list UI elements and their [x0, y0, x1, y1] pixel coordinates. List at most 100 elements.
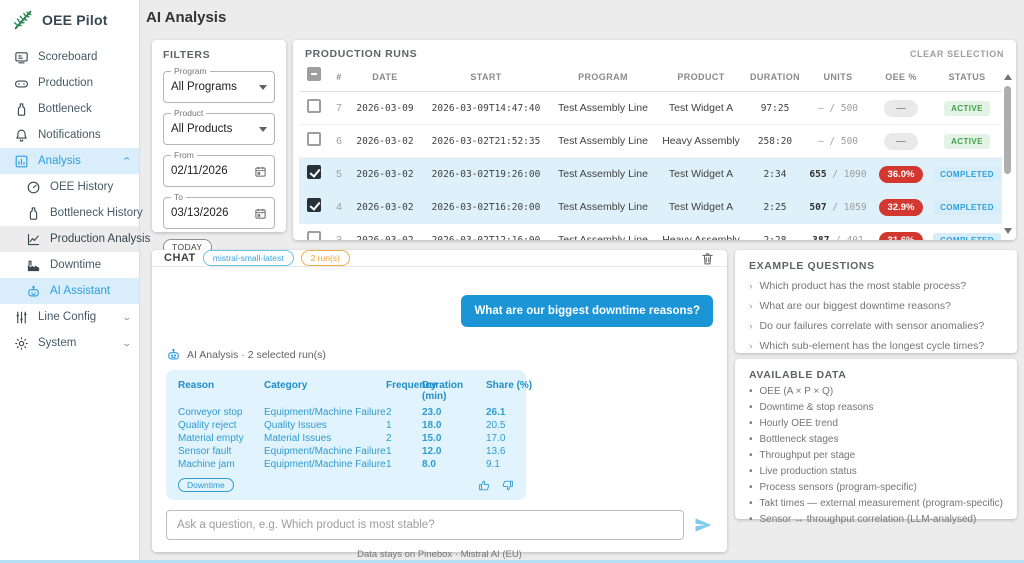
available-data-text: Hourly OEE trend — [760, 418, 838, 429]
sidebar-item-ai-assistant[interactable]: AI Assistant — [0, 278, 139, 304]
calendar-icon[interactable] — [254, 165, 267, 178]
oee-cell: — — [873, 100, 929, 117]
sidebar-item-notifications[interactable]: Notifications — [0, 122, 139, 148]
bullet-icon: • — [749, 482, 753, 493]
status-badge: ACTIVE — [944, 134, 990, 149]
thumbs-up-icon[interactable] — [478, 479, 491, 492]
sidebar-item-label: OEE History — [50, 181, 113, 193]
scroll-up-arrow[interactable] — [1004, 74, 1012, 80]
to-date-input[interactable]: To 03/13/2026 — [163, 197, 275, 229]
sidebar-item-label: Analysis — [38, 155, 81, 167]
scroll-down-arrow[interactable] — [1004, 228, 1012, 234]
analysis-cell: 1 — [386, 420, 422, 431]
table-row-run-3[interactable]: 32026-03-022026-03-02T12:16:00Test Assem… — [299, 224, 1002, 240]
scoreboard-icon — [14, 50, 29, 65]
table-row-run-5[interactable]: 52026-03-022026-03-02T19:26:00Test Assem… — [299, 158, 1002, 191]
row-checkbox[interactable] — [307, 132, 321, 146]
chevron-right-icon: › — [749, 320, 753, 332]
bullet-icon: • — [749, 466, 753, 477]
program-cell: Test Assembly Line — [551, 102, 655, 114]
from-date-input[interactable]: From 02/11/2026 — [163, 155, 275, 187]
table-row-run-7[interactable]: 72026-03-092026-03-09T14:47:40Test Assem… — [299, 92, 1002, 125]
start-cell: 2026-03-02T19:26:00 — [421, 169, 551, 180]
example-question-item[interactable]: ›What are our biggest downtime reasons? — [749, 300, 1003, 312]
sidebar-item-bottleneck[interactable]: Bottleneck — [0, 96, 139, 122]
user-message-bubble: What are our biggest downtime reasons? — [461, 295, 713, 327]
sidebar-item-label: Scoreboard — [38, 51, 97, 63]
example-question-item[interactable]: ›Do our failures correlate with sensor a… — [749, 320, 1003, 332]
sidebar-item-scoreboard[interactable]: Scoreboard — [0, 44, 139, 70]
table-row-run-4[interactable]: 42026-03-022026-03-02T16:20:00Test Assem… — [299, 191, 1002, 224]
sidebar-item-analysis[interactable]: Analysis⌃ — [0, 148, 139, 174]
sidebar-item-system[interactable]: System⌄ — [0, 330, 139, 356]
chat-input[interactable] — [166, 510, 684, 540]
analysis-cell: Material Issues — [264, 433, 386, 444]
duration-cell: 258:20 — [747, 136, 803, 147]
downtime-tag-chip[interactable]: Downtime — [178, 478, 234, 492]
calendar-icon[interactable] — [254, 207, 267, 220]
duration-cell: 2:25 — [747, 202, 803, 213]
table-row-run-6[interactable]: 62026-03-022026-03-02T21:52:35Test Assem… — [299, 125, 1002, 158]
status-badge: COMPLETED — [933, 167, 1001, 182]
row-checkbox[interactable] — [307, 99, 321, 113]
analysis-cell: Conveyor stop — [178, 407, 264, 418]
product-label: Product — [171, 108, 206, 118]
row-checkbox[interactable] — [307, 198, 321, 212]
chevron-right-icon: › — [749, 280, 753, 292]
analysis-cell: 15.0 — [422, 433, 486, 444]
sidebar-item-bottleneck-history[interactable]: Bottleneck History — [0, 200, 139, 226]
chevron-down-icon — [259, 85, 267, 90]
analysis-col-header: Category — [264, 380, 386, 405]
sidebar-item-line-config[interactable]: Line Config⌄ — [0, 304, 139, 330]
sidebar-item-label: Production — [38, 77, 93, 89]
oee-cell: — — [873, 133, 929, 150]
col-num: # — [329, 72, 349, 82]
sidebar-item-production[interactable]: Production — [0, 70, 139, 96]
sidebar-item-downtime[interactable]: Downtime — [0, 252, 139, 278]
available-data-item: • OEE (A × P × Q) — [749, 386, 1003, 397]
sidebar-item-label: AI Assistant — [50, 285, 110, 297]
select-all-checkbox[interactable] — [307, 67, 321, 81]
bullet-icon: • — [749, 418, 753, 429]
row-checkbox[interactable] — [307, 231, 321, 241]
sidebar-item-label: Notifications — [38, 129, 101, 141]
analysis-cell: 26.1 — [486, 407, 536, 418]
available-data-text: OEE (A × P × Q) — [760, 386, 834, 397]
available-data-item: •Bottleneck stages — [749, 434, 1003, 445]
available-data-item: •Downtime & stop reasons — [749, 402, 1003, 413]
clear-selection-button[interactable]: CLEAR SELECTION — [910, 49, 1004, 59]
status-badge: ACTIVE — [944, 101, 990, 116]
sidebar-item-oee-history[interactable]: OEE History — [0, 174, 139, 200]
table-scrollbar[interactable] — [1002, 72, 1014, 236]
oee-badge: 32.9% — [879, 199, 924, 216]
example-question-item[interactable]: ›Which sub-element has the longest cycle… — [749, 340, 1003, 352]
row-checkbox[interactable] — [307, 165, 321, 179]
program-select[interactable]: Program All Programs — [163, 71, 275, 103]
line-chart-icon — [26, 232, 41, 247]
date-cell: 2026-03-02 — [349, 202, 421, 213]
bullet-icon: • — [749, 514, 753, 525]
send-button[interactable] — [693, 515, 713, 535]
sidebar-item-production-analysis[interactable]: Production Analysis — [0, 226, 139, 252]
thumbs-down-icon[interactable] — [501, 479, 514, 492]
analysis-cell: Machine jam — [178, 459, 264, 470]
product-select[interactable]: Product All Products — [163, 113, 275, 145]
sidebar-item-label: Line Config — [38, 311, 96, 323]
runs-count-chip: 2 run(s) — [301, 250, 350, 266]
status-cell: COMPLETED — [929, 200, 1005, 215]
units-cell: 507 / 1059 — [803, 202, 873, 213]
units-cell: — / 500 — [803, 103, 873, 114]
program-cell: Test Assembly Line — [551, 234, 655, 240]
oee-badge: 36.0% — [879, 166, 924, 183]
scrollbar-thumb[interactable] — [1004, 86, 1011, 174]
available-data-text: Downtime & stop reasons — [760, 402, 874, 413]
units-cell: 387 / 401 — [803, 235, 873, 241]
sidebar-item-label: Bottleneck — [38, 103, 92, 115]
available-data-text: Process sensors (program-specific) — [760, 482, 917, 493]
bullet-icon: • — [749, 450, 753, 461]
example-question-item[interactable]: ›Which product has the most stable proce… — [749, 280, 1003, 292]
bullet-icon: • — [749, 386, 753, 397]
production-runs-panel: PRODUCTION RUNS CLEAR SELECTION # DATE S… — [293, 40, 1016, 240]
clear-chat-button[interactable] — [700, 251, 715, 266]
available-data-text: Sensor ↔ throughput correlation (LLM-ana… — [760, 514, 977, 525]
